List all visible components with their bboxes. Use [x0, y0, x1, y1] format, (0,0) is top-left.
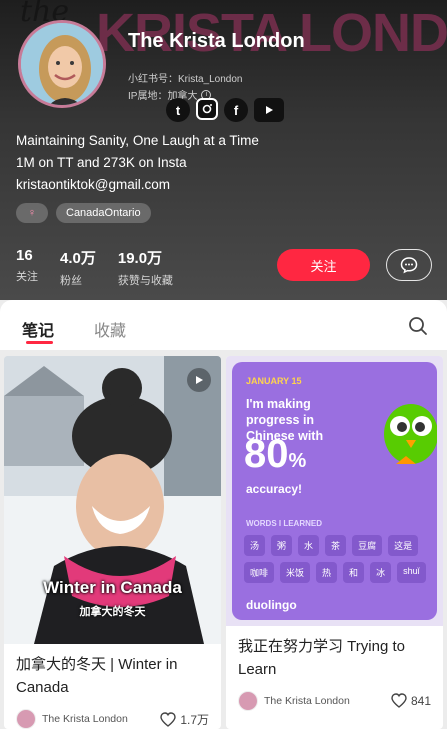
- duo-word: 这是: [388, 535, 419, 556]
- duo-word: shuǐ: [397, 562, 426, 583]
- location-tag[interactable]: CanadaOntario: [56, 203, 151, 223]
- heart-icon: [391, 693, 407, 708]
- stat-following[interactable]: 16 关注: [16, 247, 38, 288]
- cover-overlay-subtitle: 加拿大的冬天: [79, 606, 146, 618]
- note-author[interactable]: The Krista London: [238, 691, 350, 711]
- active-tab-indicator: [26, 341, 53, 344]
- youtube-icon[interactable]: [254, 98, 284, 122]
- duo-word: 水: [298, 535, 320, 556]
- duo-percent-sign: %: [288, 450, 307, 472]
- stat-value: 19.0万: [117, 250, 163, 267]
- like-count: 841: [410, 693, 431, 708]
- author-avatar: [16, 709, 36, 729]
- stat-value: 16: [16, 247, 33, 264]
- winter-selfie-image: [4, 356, 221, 644]
- tab-collections[interactable]: 收藏: [94, 317, 126, 341]
- author-avatar: [238, 691, 258, 711]
- duo-word: 汤: [244, 535, 266, 556]
- avatar[interactable]: [18, 20, 106, 108]
- video-play-icon: [187, 368, 211, 392]
- bio-line: Maintaining Sanity, One Laugh at a Time: [16, 133, 259, 148]
- duo-accuracy: accuracy!: [246, 482, 303, 496]
- bio-line: kristaontiktok@gmail.com: [16, 177, 170, 192]
- duo-word: 米饭: [280, 562, 311, 583]
- tiktok-icon[interactable]: t: [166, 98, 190, 122]
- facebook-icon[interactable]: f: [224, 98, 248, 122]
- duolingo-progress-image: JANUARY 15 I'm making progress in Chines…: [232, 362, 437, 620]
- duo-words-label: WORDS I LEARNED: [246, 519, 322, 528]
- content-tabs: 笔记 收藏: [0, 300, 447, 350]
- follow-button[interactable]: 关注: [277, 249, 370, 281]
- social-links: t f: [166, 98, 284, 122]
- bio-line: 1M on TT and 273K on Insta: [16, 155, 187, 170]
- duo-date: JANUARY 15: [246, 376, 302, 386]
- xhs-id: 小红书号：Krista_London: [128, 74, 243, 85]
- gender-tag: ♀: [16, 203, 48, 223]
- profile-tags: ♀ CanadaOntario: [16, 203, 151, 223]
- duo-percent-value: 80: [244, 432, 289, 476]
- search-icon[interactable]: [408, 316, 428, 336]
- cover-overlay-title: Winter in Canada: [43, 578, 182, 597]
- chat-icon: [400, 257, 418, 274]
- stat-label: 关注: [16, 271, 38, 283]
- stat-value: 4.0万: [60, 250, 96, 267]
- instagram-icon[interactable]: [196, 98, 218, 120]
- duolingo-owl-icon: [384, 404, 437, 464]
- tab-notes[interactable]: 笔记: [22, 317, 54, 341]
- note-cover-image[interactable]: JANUARY 15 I'm making progress in Chines…: [226, 356, 443, 626]
- duo-word: 和: [343, 562, 365, 583]
- profile-stats: 16 关注 4.0万 粉丝 19.0万 获赞与收藏: [16, 247, 173, 288]
- stat-likes[interactable]: 19.0万 获赞与收藏: [118, 247, 173, 288]
- note-card[interactable]: Winter in Canada 加拿大的冬天 加拿大的冬天 | Winter …: [4, 356, 221, 729]
- stat-label: 粉丝: [60, 275, 82, 287]
- duo-percent: 80%: [244, 432, 306, 477]
- profile-name: The Krista London: [128, 30, 305, 52]
- note-title[interactable]: 加拿大的冬天 | Winter in Canada: [16, 653, 211, 699]
- stat-followers[interactable]: 4.0万 粉丝: [60, 247, 96, 288]
- note-title[interactable]: 我正在努力学习 Trying to Learn: [238, 635, 433, 681]
- duo-word: 豆腐: [352, 535, 383, 556]
- like-button[interactable]: 841: [391, 693, 431, 708]
- author-name: The Krista London: [42, 713, 128, 725]
- like-button[interactable]: 1.7万: [160, 711, 209, 728]
- bio: Maintaining Sanity, One Laugh at a Time …: [16, 130, 259, 196]
- duo-word: 冰: [370, 562, 392, 583]
- author-name: The Krista London: [264, 695, 350, 707]
- profile-header: the KRISTA LONDON The Krista London 小红书号…: [0, 0, 447, 300]
- duolingo-logo: duolingo: [246, 598, 297, 612]
- stat-label: 获赞与收藏: [117, 275, 173, 287]
- duo-word: 热: [316, 562, 338, 583]
- like-count: 1.7万: [180, 713, 209, 727]
- duo-word: 粥: [271, 535, 293, 556]
- note-author[interactable]: The Krista London: [16, 709, 128, 729]
- note-cover-image[interactable]: Winter in Canada 加拿大的冬天: [4, 356, 221, 644]
- note-card[interactable]: JANUARY 15 I'm making progress in Chines…: [226, 356, 443, 729]
- duo-word-list: 汤 粥 水 茶 豆腐 这是 咖啡 米饭 热 和 冰 shuǐ: [244, 535, 429, 583]
- duo-word: 咖啡: [244, 562, 275, 583]
- heart-icon: [160, 712, 177, 727]
- duo-word: 茶: [325, 535, 347, 556]
- message-button[interactable]: [386, 249, 432, 281]
